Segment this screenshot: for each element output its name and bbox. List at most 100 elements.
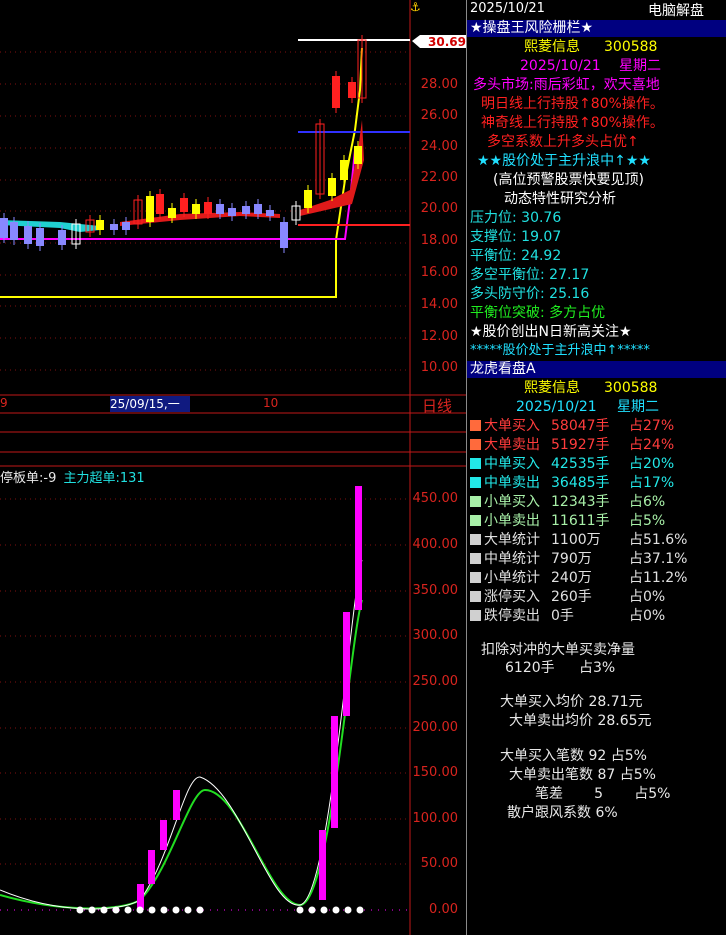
order-value: 51927手 bbox=[551, 437, 610, 453]
order-pct: 占17% bbox=[629, 475, 675, 491]
dragon-tiger-title[interactable]: 龙虎看盘A bbox=[467, 361, 715, 378]
signal-dot bbox=[160, 906, 168, 914]
order-row: 中单买入 42535手 占20% bbox=[467, 455, 726, 473]
time-axis-left: 9 bbox=[0, 396, 8, 410]
volume-tick: 50.00 bbox=[420, 856, 458, 871]
avg-sell-price: 大单卖出均价 28.65元 bbox=[509, 713, 652, 729]
price-tick: 10.00 bbox=[420, 360, 458, 375]
color-swatch bbox=[470, 458, 481, 469]
signal-dot bbox=[308, 906, 316, 914]
volume-bar bbox=[137, 884, 144, 910]
order-row: 跌停卖出 0手 占0% bbox=[467, 607, 726, 625]
ls-coefficient: 多空系数上升多头占优↑ bbox=[487, 134, 639, 150]
signal-dot bbox=[356, 906, 364, 914]
volume-tick: 150.00 bbox=[412, 765, 459, 780]
color-swatch bbox=[470, 591, 481, 602]
panel1-weekday: 星期二 bbox=[619, 58, 661, 74]
order-row: 中单统计 790万 占37.1% bbox=[467, 550, 726, 568]
volume-tick: 450.00 bbox=[412, 491, 459, 506]
signal-dot bbox=[320, 906, 328, 914]
main-wave-notice: *****股价处于主升浪中↑***** bbox=[470, 343, 650, 358]
order-pct: 占6% bbox=[629, 494, 666, 510]
pc-analysis-button[interactable]: 电脑解盘 bbox=[648, 0, 704, 20]
order-label: 大单卖出 bbox=[484, 437, 540, 453]
order-value: 260手 bbox=[551, 589, 592, 605]
order-row: 涨停买入 260手 占0% bbox=[467, 588, 726, 606]
net-value: 6120手 bbox=[505, 660, 555, 676]
high-warning: (高位预警股票快要见顶) bbox=[493, 172, 644, 188]
color-swatch bbox=[470, 420, 481, 431]
order-pct: 占0% bbox=[629, 608, 666, 624]
balance-level: 平衡位: 24.92 bbox=[470, 248, 562, 264]
current-price-label: 30.69 bbox=[428, 35, 466, 49]
price-tick: 24.00 bbox=[420, 139, 458, 154]
order-value: 58047手 bbox=[551, 418, 610, 434]
order-label: 小单卖出 bbox=[484, 513, 540, 529]
order-value: 0手 bbox=[551, 608, 574, 624]
order-row: 大单卖出 51927手 占24% bbox=[467, 436, 726, 454]
panel2-scroll-stub bbox=[712, 361, 726, 378]
color-swatch bbox=[470, 572, 481, 583]
color-swatch bbox=[470, 496, 481, 507]
order-pct: 占20% bbox=[629, 456, 675, 472]
order-label: 中单统计 bbox=[484, 551, 540, 567]
order-pct: 占11.2% bbox=[629, 570, 688, 586]
order-pct: 占37.1% bbox=[629, 551, 688, 567]
period-label[interactable]: 日线 bbox=[422, 395, 452, 416]
order-pct: 占27% bbox=[629, 418, 675, 434]
volume-tick: 0.00 bbox=[429, 902, 458, 917]
order-label: 大单统计 bbox=[484, 532, 540, 548]
order-label: 中单买入 bbox=[484, 456, 540, 472]
time-axis-highlight[interactable]: 25/09/15,一 bbox=[110, 396, 190, 412]
price-tick: 28.00 bbox=[420, 77, 458, 92]
time-axis-mark: 10 bbox=[263, 396, 279, 410]
volume-tick: 300.00 bbox=[412, 628, 459, 643]
panel1-date-value: 2025/10/21 bbox=[520, 58, 601, 74]
price-tick: 22.00 bbox=[420, 170, 458, 185]
chart-area[interactable]: ⚓ 28.00 26.00 24.00 22.00 20.00 18.00 16.00 14.… bbox=[0, 0, 466, 935]
order-label: 涨停买入 bbox=[484, 589, 540, 605]
order-value: 240万 bbox=[551, 570, 592, 586]
new-high-notice: ★股价创出N日新高关注★ bbox=[470, 324, 632, 340]
order-label: 大单买入 bbox=[484, 418, 540, 434]
sell-count: 大单卖出笔数 87 占5% bbox=[509, 767, 656, 783]
order-value: 1100万 bbox=[551, 532, 601, 548]
panel2-date-value: 2025/10/21 bbox=[516, 399, 597, 415]
avg-buy-price: 大单买入均价 28.71元 bbox=[500, 694, 643, 710]
legend-limit-order: 停板单:-9 bbox=[0, 471, 57, 486]
order-label: 跌停卖出 bbox=[484, 608, 540, 624]
dynamic-analysis: 动态特性研究分析 bbox=[504, 191, 616, 207]
color-swatch bbox=[470, 439, 481, 450]
price-tick: 20.00 bbox=[420, 201, 458, 216]
panel2-stock-code: 300588 bbox=[604, 380, 658, 396]
kline-overlay bbox=[0, 39, 410, 298]
volume-bar bbox=[355, 486, 362, 610]
market-state: 多头市场:雨后彩虹，欢天喜地 bbox=[473, 77, 660, 93]
order-row: 小单买入 12343手 占6% bbox=[467, 493, 726, 511]
bull-defense-price: 多头防守价: 25.16 bbox=[470, 286, 590, 302]
stock-code: 300588 bbox=[604, 39, 658, 55]
top-date-bar: 2025/10/21 电脑解盘 bbox=[467, 0, 726, 20]
volume-tick: 100.00 bbox=[412, 811, 459, 826]
buy-count: 大单买入笔数 92 占5% bbox=[500, 748, 647, 764]
price-tick: 16.00 bbox=[420, 265, 458, 280]
order-pct: 占5% bbox=[629, 513, 666, 529]
anchor-icon: ⚓ bbox=[410, 0, 421, 14]
net-title: 扣除对冲的大单买卖净量 bbox=[481, 642, 635, 658]
order-row: 大单统计 1100万 占51.6% bbox=[467, 531, 726, 549]
price-tick: 12.00 bbox=[420, 329, 458, 344]
volume-bar bbox=[148, 850, 155, 884]
order-label: 小单买入 bbox=[484, 494, 540, 510]
order-label: 中单卖出 bbox=[484, 475, 540, 491]
order-pct: 占24% bbox=[629, 437, 675, 453]
signal-dot bbox=[100, 906, 108, 914]
signal-dot bbox=[172, 906, 180, 914]
net-pct: 占3% bbox=[579, 660, 616, 676]
volume-bar bbox=[160, 820, 167, 850]
volume-bar bbox=[173, 790, 180, 820]
panel-scroll-stub bbox=[712, 20, 726, 37]
color-swatch bbox=[470, 553, 481, 564]
risk-fence-title[interactable]: ★操盘王风险栅栏★ bbox=[467, 20, 715, 37]
color-swatch bbox=[470, 515, 481, 526]
volume-bar bbox=[343, 612, 350, 716]
